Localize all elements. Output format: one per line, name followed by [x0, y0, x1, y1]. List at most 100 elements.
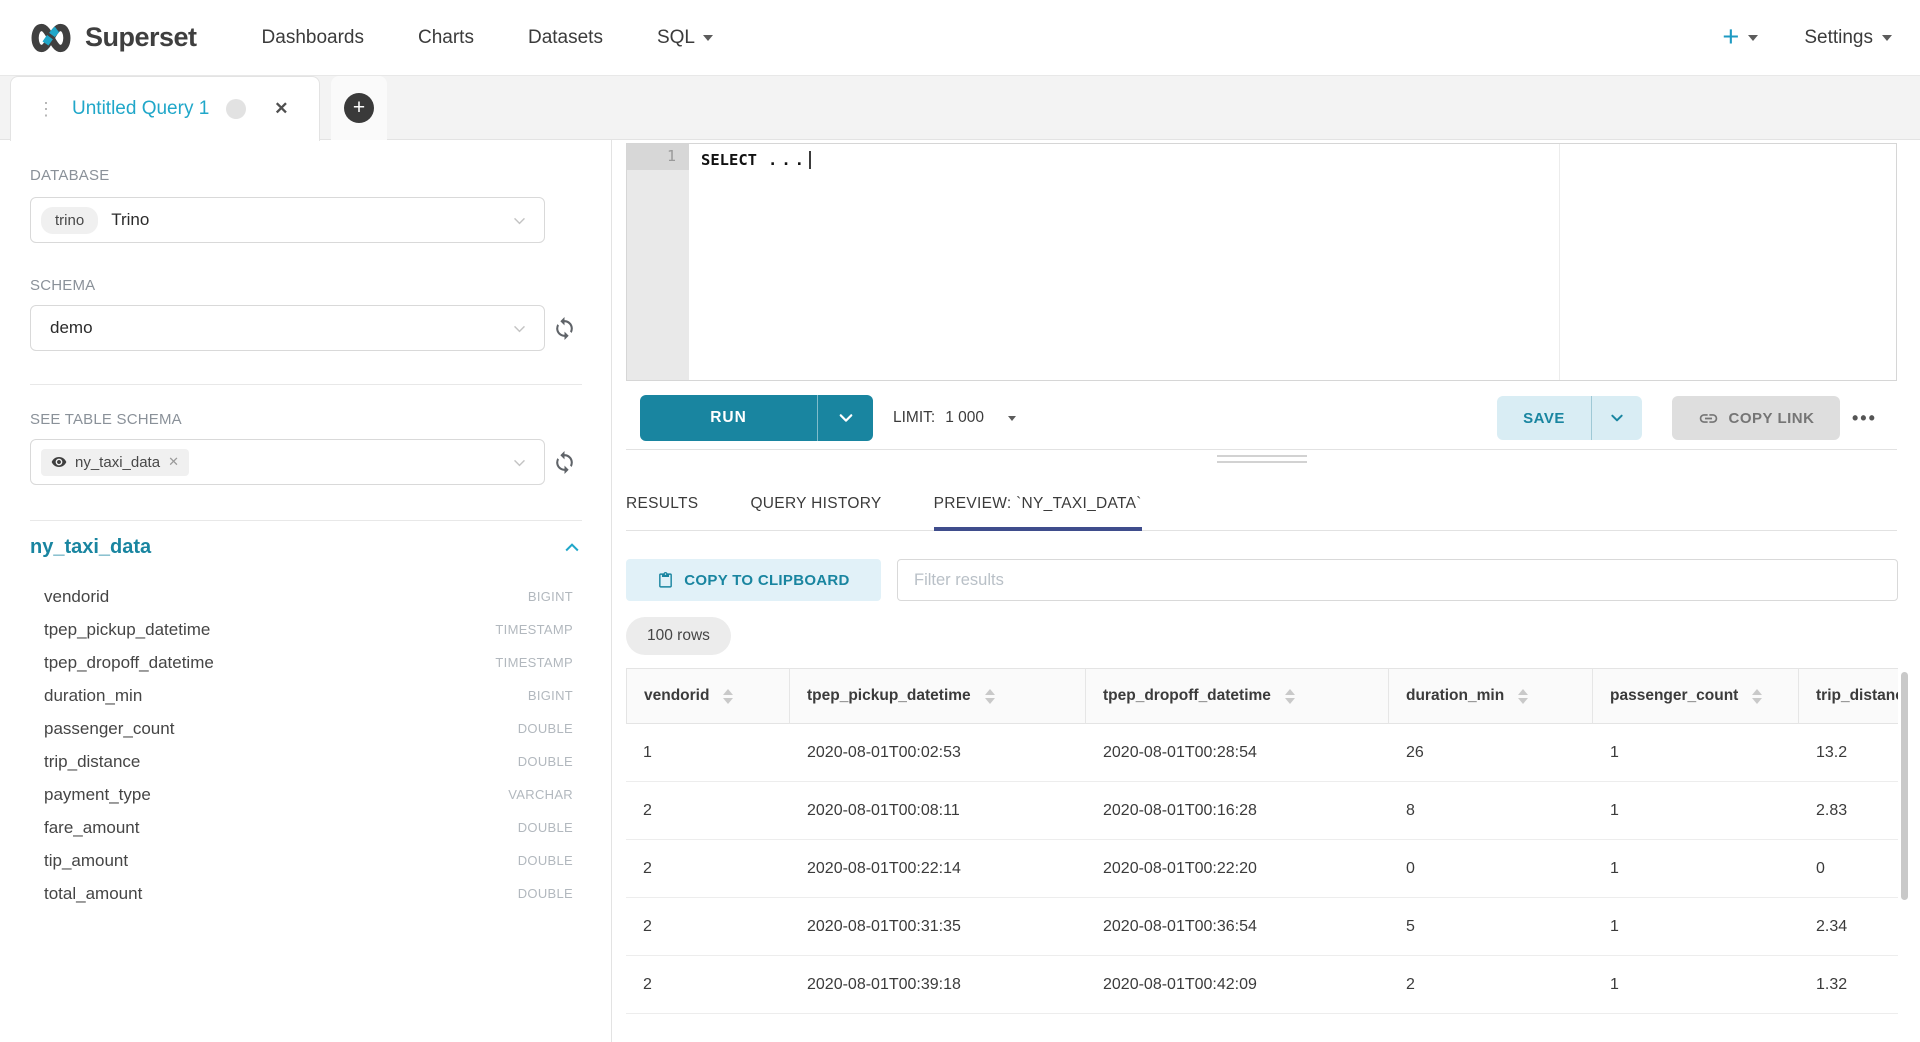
divider	[30, 384, 582, 385]
query-tabstrip: ⋮ Untitled Query 1 ✕ +	[0, 76, 1920, 140]
database-backend-pill: trino	[41, 207, 98, 234]
limit-label: LIMIT:	[893, 409, 935, 427]
table-column-row: tip_amountDOUBLE	[30, 844, 582, 877]
table-column-row: fare_amountDOUBLE	[30, 811, 582, 844]
column-header-tpep-dropoff-datetime[interactable]: tpep_dropoff_datetime	[1086, 668, 1389, 724]
run-button[interactable]: RUN	[640, 395, 817, 441]
editor-code-line: SELECT ...	[701, 148, 811, 172]
table-row: 12020-08-01T00:02:532020-08-01T00:28:542…	[626, 724, 1898, 782]
schema-label: SCHEMA	[30, 277, 95, 294]
save-split-button: SAVE	[1497, 396, 1642, 440]
limit-value: 1 000	[945, 409, 984, 427]
copy-link-button[interactable]: COPY LINK	[1672, 396, 1840, 440]
line-number: 1	[627, 144, 689, 170]
new-item-button[interactable]: +	[1722, 23, 1739, 52]
selected-table-name: ny_taxi_data	[75, 454, 160, 471]
table-column-row: trip_distanceDOUBLE	[30, 745, 582, 778]
table-name-heading: ny_taxi_data	[30, 536, 151, 559]
column-header-vendorid[interactable]: vendorid	[626, 668, 790, 724]
run-options-button[interactable]	[818, 395, 873, 441]
query-pane-divider	[626, 449, 1897, 450]
row-count-badge: 100 rows	[626, 617, 731, 655]
eye-icon	[51, 454, 67, 470]
results-table-container: vendorid tpep_pickup_datetime tpep_dropo…	[626, 668, 1898, 1042]
results-header-row: vendorid tpep_pickup_datetime tpep_dropo…	[626, 668, 1898, 724]
sort-icon[interactable]	[985, 689, 995, 704]
chevron-down-icon	[511, 212, 528, 229]
database-select[interactable]: trino Trino	[30, 197, 545, 243]
table-select[interactable]: ny_taxi_data ✕	[30, 439, 545, 485]
table-column-row: passenger_countDOUBLE	[30, 712, 582, 745]
refresh-tables-icon[interactable]	[549, 447, 579, 477]
table-row: 22020-08-01T00:31:352020-08-01T00:36:545…	[626, 898, 1898, 956]
close-tab-icon[interactable]: ✕	[274, 99, 288, 119]
superset-infinity-logo	[28, 23, 74, 53]
table-schema-accordion[interactable]: ny_taxi_data	[30, 536, 582, 559]
drag-handle-icon[interactable]: ⋮	[37, 100, 55, 118]
table-schema-label: SEE TABLE SCHEMA	[30, 411, 182, 428]
nav-item-charts[interactable]: Charts	[391, 27, 501, 49]
primary-nav: Dashboards Charts Datasets SQL	[235, 27, 740, 49]
clipboard-icon	[657, 572, 674, 589]
settings-menu[interactable]: Settings	[1804, 27, 1892, 49]
table-column-row: total_amountDOUBLE	[30, 877, 582, 910]
nav-item-sql[interactable]: SQL	[630, 27, 740, 49]
limit-dropdown[interactable]: LIMIT: 1 000	[893, 395, 1016, 441]
results-table: vendorid tpep_pickup_datetime tpep_dropo…	[626, 668, 1898, 1014]
schema-select[interactable]: demo	[30, 305, 545, 351]
tab-results[interactable]: RESULTS	[626, 478, 698, 530]
query-tab-untitled-query-1[interactable]: ⋮ Untitled Query 1 ✕	[10, 76, 320, 141]
table-row: 22020-08-01T00:22:142020-08-01T00:22:200…	[626, 840, 1898, 898]
table-column-row: tpep_dropoff_datetimeTIMESTAMP	[30, 646, 582, 679]
table-row: 22020-08-01T00:08:112020-08-01T00:16:288…	[626, 782, 1898, 840]
caret-down-icon	[1008, 416, 1016, 421]
copy-to-clipboard-button[interactable]: COPY TO CLIPBOARD	[626, 559, 881, 601]
column-header-trip-distance[interactable]: trip_distance	[1799, 668, 1898, 724]
divider	[30, 520, 582, 521]
results-tabbar: RESULTS QUERY HISTORY PREVIEW: `NY_TAXI_…	[626, 478, 1897, 531]
sort-icon[interactable]	[1752, 689, 1762, 704]
sort-icon[interactable]	[723, 689, 733, 704]
refresh-schemas-icon[interactable]	[549, 313, 579, 343]
database-value: Trino	[111, 210, 149, 230]
active-tab-underline	[934, 527, 1142, 531]
caret-down-icon	[1882, 35, 1892, 41]
brand-name: Superset	[85, 22, 197, 53]
selected-table-pill: ny_taxi_data ✕	[41, 449, 189, 476]
more-actions-button[interactable]: •••	[1852, 396, 1877, 440]
table-row: 22020-08-01T00:39:182020-08-01T00:42:092…	[626, 956, 1898, 1014]
run-split-button: RUN	[640, 395, 873, 441]
chevron-up-icon[interactable]	[562, 538, 582, 558]
column-header-passenger-count[interactable]: passenger_count	[1593, 668, 1799, 724]
sql-editor[interactable]: 1 SELECT ...	[626, 143, 1897, 381]
nav-item-dashboards[interactable]: Dashboards	[235, 27, 391, 49]
schema-value: demo	[50, 318, 93, 338]
nav-item-datasets[interactable]: Datasets	[501, 27, 630, 49]
link-icon	[1698, 408, 1719, 429]
table-column-row: duration_minBIGINT	[30, 679, 582, 712]
plus-icon: +	[344, 93, 374, 123]
superset-brand[interactable]: Superset	[28, 22, 197, 53]
copy-to-clipboard-label: COPY TO CLIPBOARD	[684, 572, 849, 589]
new-query-tab-button[interactable]: +	[331, 76, 387, 140]
tab-preview-ny-taxi-data[interactable]: PREVIEW: `NY_TAXI_DATA`	[934, 478, 1142, 530]
sort-icon[interactable]	[1518, 689, 1528, 704]
sort-icon[interactable]	[1285, 689, 1295, 704]
save-button[interactable]: SAVE	[1497, 396, 1591, 440]
column-header-tpep-pickup-datetime[interactable]: tpep_pickup_datetime	[790, 668, 1086, 724]
pane-resize-handle[interactable]	[1217, 455, 1307, 467]
navbar-right: + Settings	[1722, 23, 1892, 52]
text-cursor	[809, 151, 811, 169]
column-header-duration-min[interactable]: duration_min	[1389, 668, 1593, 724]
remove-table-icon[interactable]: ✕	[168, 454, 179, 470]
vertical-scrollbar-thumb[interactable]	[1901, 672, 1908, 900]
save-options-button[interactable]	[1592, 396, 1642, 440]
filter-results-input[interactable]	[897, 559, 1898, 601]
chevron-down-icon	[511, 454, 528, 471]
tab-query-history[interactable]: QUERY HISTORY	[750, 478, 881, 530]
caret-down-icon	[703, 35, 713, 41]
table-columns-list: vendoridBIGINT tpep_pickup_datetimeTIMES…	[30, 580, 582, 910]
sql-ellipsis: ...	[768, 151, 808, 169]
copy-link-label: COPY LINK	[1729, 410, 1815, 427]
table-column-row: tpep_pickup_datetimeTIMESTAMP	[30, 613, 582, 646]
